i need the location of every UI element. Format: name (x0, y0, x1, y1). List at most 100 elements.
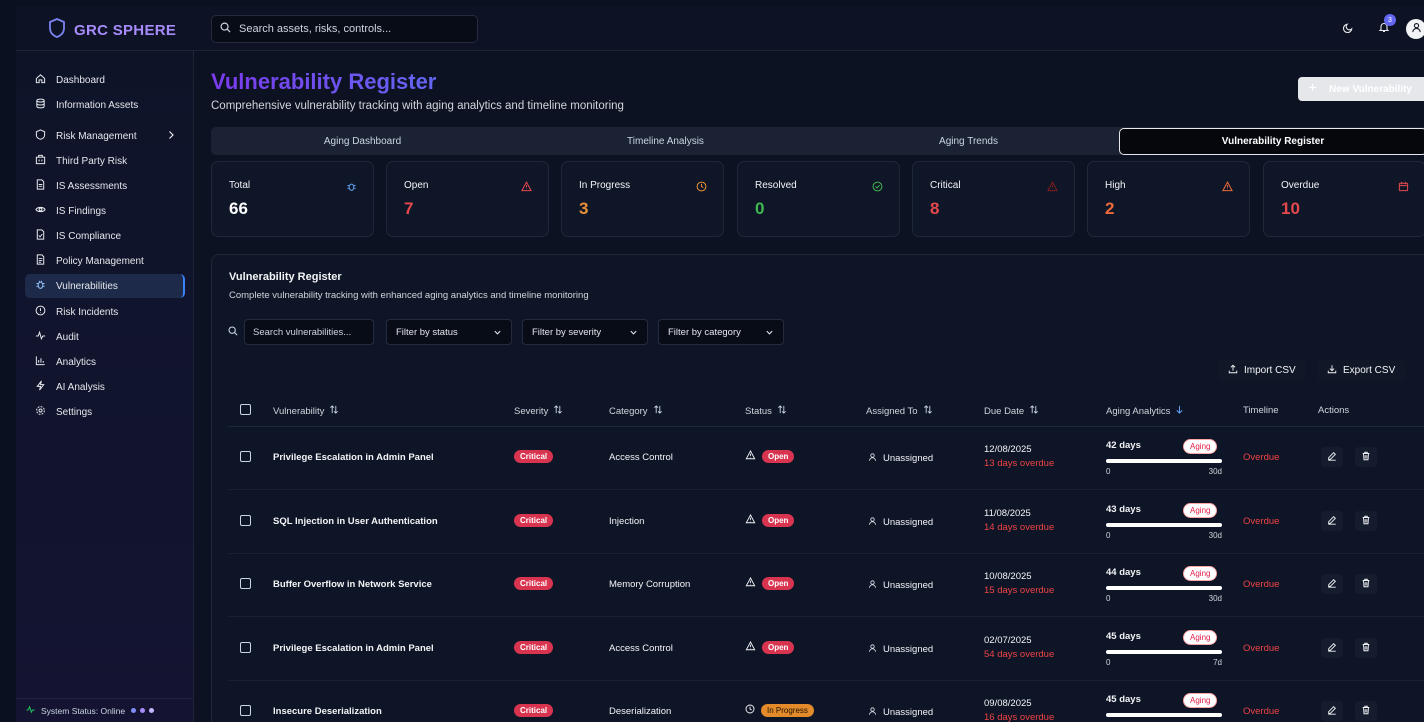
column-header-vulnerability[interactable]: Vulnerability (273, 405, 339, 417)
table-row[interactable]: SQL Injection in User Authentication Cri… (228, 491, 1424, 554)
column-header-category[interactable]: Category (609, 405, 663, 417)
column-label: Status (745, 405, 772, 417)
select-all-checkbox[interactable] (240, 404, 251, 415)
delete-button[interactable] (1355, 510, 1377, 531)
notifications-button[interactable]: 3 (1366, 14, 1402, 42)
row-checkbox[interactable] (240, 641, 251, 653)
row-checkbox[interactable] (240, 514, 251, 526)
user-icon (868, 579, 877, 592)
sidebar-item-risk-management[interactable]: Risk Management (25, 124, 185, 148)
user-avatar[interactable] (1406, 19, 1424, 39)
edit-button[interactable] (1321, 510, 1343, 531)
delete-button[interactable] (1355, 447, 1377, 467)
sidebar-item-ai-analysis[interactable]: AI Analysis (25, 375, 185, 399)
column-header-status[interactable]: Status (745, 405, 787, 417)
edit-button[interactable] (1321, 447, 1343, 467)
row-checkbox[interactable] (240, 451, 251, 462)
sidebar-item-risk-incidents[interactable]: Risk Incidents (25, 300, 185, 324)
alert-triangle-icon (745, 640, 756, 654)
table-row[interactable]: Privilege Escalation in Admin Panel Crit… (228, 427, 1424, 490)
column-header-severity[interactable]: Severity (514, 405, 563, 417)
export-csv-button[interactable]: Export CSV (1317, 359, 1406, 381)
due-date: 02/07/2025 (984, 634, 1032, 646)
status-badge: Open (762, 513, 795, 527)
assignee-name: Unassigned (883, 643, 934, 655)
sidebar-item-is-findings[interactable]: IS Findings (25, 199, 185, 223)
sidebar-item-analytics[interactable]: Analytics (25, 350, 185, 374)
vulnerability-name[interactable]: Insecure Deserialization (273, 706, 382, 717)
column-header-aging-analytics[interactable]: Aging Analytics (1106, 405, 1184, 417)
sidebar-item-audit[interactable]: Audit (25, 325, 185, 349)
bar-min-label: 0 (1106, 657, 1111, 667)
sidebar-item-third-party-risk[interactable]: Third Party Risk (25, 149, 185, 173)
row-checkbox[interactable] (240, 705, 251, 716)
delete-button[interactable] (1355, 574, 1377, 594)
stat-card-critical: Critical 8 (912, 161, 1075, 237)
register-search-input[interactable] (253, 326, 368, 338)
status-filter-select[interactable]: Filter by status (386, 319, 512, 345)
page-subtitle: Comprehensive vulnerability tracking wit… (211, 100, 624, 112)
import-csv-button[interactable]: Import CSV (1218, 359, 1306, 381)
brand[interactable]: GRC SPHERE (48, 18, 176, 43)
tab-aging-dashboard[interactable]: Aging Dashboard (211, 127, 514, 155)
table-row[interactable]: Privilege Escalation in Admin Panel Crit… (228, 618, 1424, 681)
tab-aging-trends[interactable]: Aging Trends (817, 127, 1120, 155)
severity-cell: Critical (514, 450, 554, 463)
aging-badge: Aging (1183, 566, 1218, 581)
theme-toggle-button[interactable] (1330, 16, 1366, 42)
aging-analytics-cell: 42 days Aging 0 30d (1106, 439, 1226, 479)
eye-icon (35, 204, 46, 218)
aging-progress-fill (1106, 586, 1222, 590)
global-search-input[interactable] (239, 23, 459, 35)
column-header-due-date[interactable]: Due Date (984, 405, 1039, 417)
sidebar-item-information-assets[interactable]: Information Assets (25, 93, 185, 117)
aging-badge: Aging (1183, 502, 1218, 518)
status-badge: In Progress (761, 704, 814, 717)
chevron-right-icon (167, 130, 175, 143)
timeline-status: Overdue (1243, 706, 1280, 717)
severity-badge: Critical (514, 513, 554, 527)
register-search-box[interactable] (244, 319, 374, 345)
table-header: Vulnerability Severity Category Status A… (228, 395, 1424, 427)
delete-button[interactable] (1355, 701, 1377, 721)
delete-button[interactable] (1355, 637, 1377, 658)
table-row[interactable]: Buffer Overflow in Network Service Criti… (228, 554, 1424, 617)
sidebar-item-settings[interactable]: Settings (25, 400, 185, 424)
view-tabs: Aging Dashboard Timeline Analysis Aging … (211, 127, 1424, 155)
column-header-assigned-to[interactable]: Assigned To (866, 405, 933, 417)
vulnerability-name[interactable]: Buffer Overflow in Network Service (273, 579, 432, 590)
sidebar-item-is-assessments[interactable]: IS Assessments (25, 174, 185, 198)
bar-max-label: 7d (1213, 657, 1222, 667)
sort-icon (653, 405, 663, 417)
file-text-icon (35, 254, 46, 268)
aging-analytics-cell: 44 days Aging 0 30d (1106, 566, 1226, 606)
tab-timeline-analysis[interactable]: Timeline Analysis (514, 127, 817, 155)
aging-progress-bar (1106, 522, 1222, 527)
vulnerability-name[interactable]: Privilege Escalation in Admin Panel (273, 643, 434, 654)
severity-filter-select[interactable]: Filter by severity (522, 319, 648, 345)
zap-icon (35, 380, 46, 394)
vulnerability-name[interactable]: Privilege Escalation in Admin Panel (273, 452, 434, 463)
sidebar-item-label: Settings (56, 406, 93, 418)
new-vulnerability-button[interactable]: New Vulnerability (1298, 77, 1424, 101)
assignee-name: Unassigned (883, 453, 934, 464)
global-search[interactable] (211, 15, 478, 43)
category-filter-select[interactable]: Filter by category (658, 319, 784, 345)
sidebar-item-is-compliance[interactable]: IS Compliance (25, 224, 185, 248)
home-icon (35, 73, 46, 87)
clock-icon (745, 704, 755, 717)
edit-button[interactable] (1321, 637, 1343, 658)
edit-button[interactable] (1321, 701, 1343, 721)
column-label: Category (609, 405, 648, 417)
edit-button[interactable] (1321, 574, 1343, 594)
sidebar-item-label: Audit (56, 331, 79, 343)
alert-triangle-icon (521, 179, 532, 197)
vulnerability-name[interactable]: SQL Injection in User Authentication (273, 516, 438, 527)
sidebar-item-dashboard[interactable]: Dashboard (25, 68, 185, 92)
sidebar-item-vulnerabilities[interactable]: Vulnerabilities (25, 274, 185, 298)
sidebar: Dashboard Information Assets Risk Manage… (16, 51, 194, 722)
sidebar-item-policy-management[interactable]: Policy Management (25, 249, 185, 273)
table-row[interactable]: Insecure Deserialization Critical Deseri… (228, 681, 1424, 722)
row-checkbox[interactable] (240, 578, 251, 589)
tab-vulnerability-register[interactable]: Vulnerability Register (1119, 128, 1424, 155)
